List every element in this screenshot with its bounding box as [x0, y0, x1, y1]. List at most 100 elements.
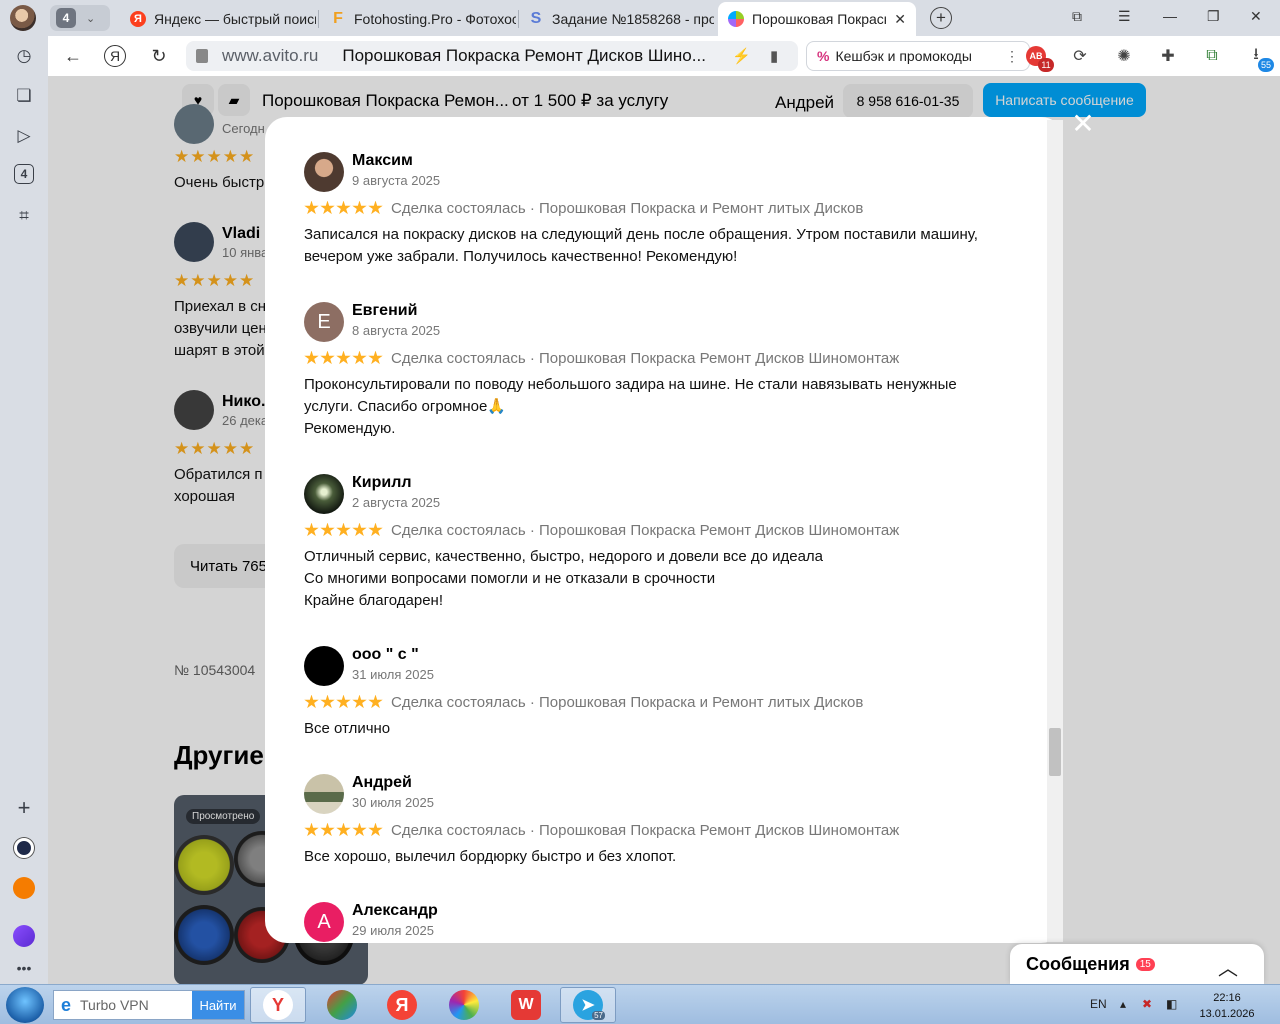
- reload-icon[interactable]: ↻: [148, 45, 170, 67]
- tabs-count-icon[interactable]: 4: [14, 164, 34, 184]
- sync-icon[interactable]: ⟳: [1068, 44, 1092, 68]
- star-icon: [352, 350, 367, 365]
- tab-count-button[interactable]: 4 ⌄: [50, 5, 110, 31]
- cashback-button[interactable]: % Кешбэк и промокоды ⋮: [806, 41, 1030, 71]
- photos-app-taskbar[interactable]: [436, 987, 492, 1023]
- review-date: 9 августа 2025: [352, 173, 441, 188]
- star-icon: [368, 522, 383, 537]
- review-date: 2 августа 2025: [352, 495, 441, 510]
- review-meta: Сделка состоялась · Порошковая Покраска …: [304, 199, 863, 217]
- tray-expand-icon[interactable]: ▴: [1120, 997, 1126, 1011]
- task-favicon-icon: S: [530, 10, 542, 27]
- mail-icon[interactable]: [12, 876, 36, 900]
- more-vertical-icon[interactable]: ⋮: [1005, 48, 1019, 65]
- translate-icon[interactable]: ⧉: [1200, 44, 1224, 68]
- star-icon: [368, 350, 383, 365]
- scrollbar-thumb[interactable]: [1049, 728, 1061, 776]
- review-text: Проконсультировали по поводу небольшого …: [304, 374, 1024, 440]
- search-button[interactable]: Найти: [192, 991, 244, 1019]
- avatar: [304, 474, 344, 514]
- reviewer-name: Кирилл: [352, 474, 412, 491]
- review-meta: Сделка состоялась · Порошковая Покраска …: [304, 349, 899, 367]
- wps-taskbar[interactable]: W: [498, 987, 554, 1023]
- play-icon[interactable]: ▷: [12, 124, 36, 148]
- review-text-line: Все отлично: [304, 720, 391, 737]
- star-icon: [320, 522, 335, 537]
- extensions-puzzle-icon[interactable]: ✚: [1156, 44, 1180, 68]
- yandex-home-icon[interactable]: Я: [104, 45, 126, 67]
- review-date: 31 июля 2025: [352, 667, 434, 682]
- deal-info: Сделка состоялась · Порошковая Покраска …: [391, 693, 864, 711]
- start-button[interactable]: [6, 987, 44, 1023]
- modal-scrollbar[interactable]: [1047, 120, 1063, 942]
- adblock-extension-icon[interactable]: AB 11: [1024, 44, 1054, 72]
- screenshot-icon[interactable]: ⌗: [12, 204, 36, 228]
- star-icon: [352, 694, 367, 709]
- downloads-badge: 55: [1257, 58, 1274, 72]
- review-text-line: Проконсультировали по поводу небольшого …: [304, 376, 957, 393]
- profile-avatar[interactable]: [10, 5, 36, 31]
- star-icon: [336, 822, 351, 837]
- telegram-taskbar[interactable]: ➤ 57: [560, 987, 616, 1023]
- address-bar[interactable]: www.avito.ru Порошковая Покраска Ремонт …: [186, 41, 798, 71]
- rating-stars: [304, 694, 383, 710]
- history-icon[interactable]: ◷: [12, 44, 36, 68]
- url-page-title: Порошковая Покраска Ремонт Дисков Шино..…: [342, 46, 706, 65]
- close-tab-icon[interactable]: ✕: [894, 11, 906, 28]
- close-modal-icon[interactable]: ✕: [1071, 110, 1095, 138]
- wps-icon: W: [511, 990, 541, 1020]
- tab-fotohosting[interactable]: F Fotohosting.Pro - Фотохос: [320, 4, 516, 34]
- ie-icon: e: [60, 994, 71, 1015]
- avito-favicon-icon: [728, 11, 744, 27]
- tab-avito-active[interactable]: Порошковая Покраска ✕: [718, 2, 916, 36]
- clock[interactable]: 22:16 13.01.2026: [1196, 990, 1258, 1022]
- tab-separator: [318, 10, 319, 28]
- close-window-icon[interactable]: ✕: [1250, 8, 1262, 25]
- collections-icon[interactable]: ⧉: [1072, 8, 1082, 25]
- yandex-browser-icon: Y: [263, 990, 293, 1020]
- tab-title: Fotohosting.Pro - Фотохос: [354, 11, 516, 27]
- rating-stars: [304, 522, 383, 538]
- star-icon: [336, 694, 351, 709]
- chatgpt-icon[interactable]: ✺: [1112, 44, 1136, 68]
- adblock-badge: 11: [1038, 58, 1054, 72]
- parrot-app-taskbar[interactable]: [314, 987, 370, 1023]
- new-tab-button[interactable]: +: [930, 7, 952, 29]
- review-text-line: Крайне благодарен!: [304, 592, 443, 609]
- restore-icon[interactable]: ❐: [1207, 8, 1220, 25]
- yandex-taskbar[interactable]: Я: [374, 987, 430, 1023]
- chevron-down-icon: ⌄: [86, 12, 96, 25]
- alice-icon[interactable]: [12, 836, 36, 860]
- star-icon: [304, 522, 319, 537]
- review-text-line: Рекомендую.: [304, 420, 396, 437]
- chevron-up-icon[interactable]: ︿: [1218, 952, 1238, 981]
- url-domain: www.avito.ru: [222, 46, 319, 65]
- bookmark-icon[interactable]: ▮: [770, 47, 778, 65]
- volume-icon[interactable]: ◧: [1166, 997, 1177, 1011]
- star-icon: [368, 694, 383, 709]
- reviews-modal: Максим 9 августа 2025 Сделка состоялась …: [265, 117, 1063, 943]
- taskbar-search[interactable]: e Turbo VPN Найти: [53, 990, 245, 1020]
- yandex-browser-taskbar[interactable]: Y: [250, 987, 306, 1023]
- minimize-icon[interactable]: —: [1163, 8, 1177, 24]
- review-text-line: Со многими вопросами помогли и не отказа…: [304, 570, 716, 587]
- avatar: [304, 774, 344, 814]
- downloads-icon[interactable]: ⭳ 55: [1244, 44, 1274, 72]
- more-icon[interactable]: •••: [12, 956, 36, 980]
- network-error-icon[interactable]: ✖: [1142, 997, 1152, 1011]
- menu-icon[interactable]: ☰: [1118, 8, 1131, 25]
- assistant-icon[interactable]: [12, 924, 36, 948]
- star-icon: [304, 822, 319, 837]
- add-panel-icon[interactable]: +: [12, 795, 36, 820]
- tab-zadanie[interactable]: S Задание №1858268 - про: [518, 4, 714, 34]
- back-icon[interactable]: ←: [62, 45, 84, 67]
- browser-sidebar: ◷ ❏ ▷ 4 ⌗ + •••: [0, 36, 48, 984]
- tab-yandex[interactable]: Я Яндекс — быстрый поиск: [120, 4, 316, 34]
- star-icon: [352, 200, 367, 215]
- protect-icon[interactable]: ⚡: [732, 47, 751, 65]
- language-indicator[interactable]: EN: [1090, 997, 1107, 1011]
- collections-icon[interactable]: ❏: [12, 84, 36, 108]
- review-date: 8 августа 2025: [352, 323, 441, 338]
- review-text: Отличный сервис, качественно, быстро, не…: [304, 546, 1024, 612]
- messages-widget[interactable]: Сообщения 15 ︿: [1010, 944, 1264, 984]
